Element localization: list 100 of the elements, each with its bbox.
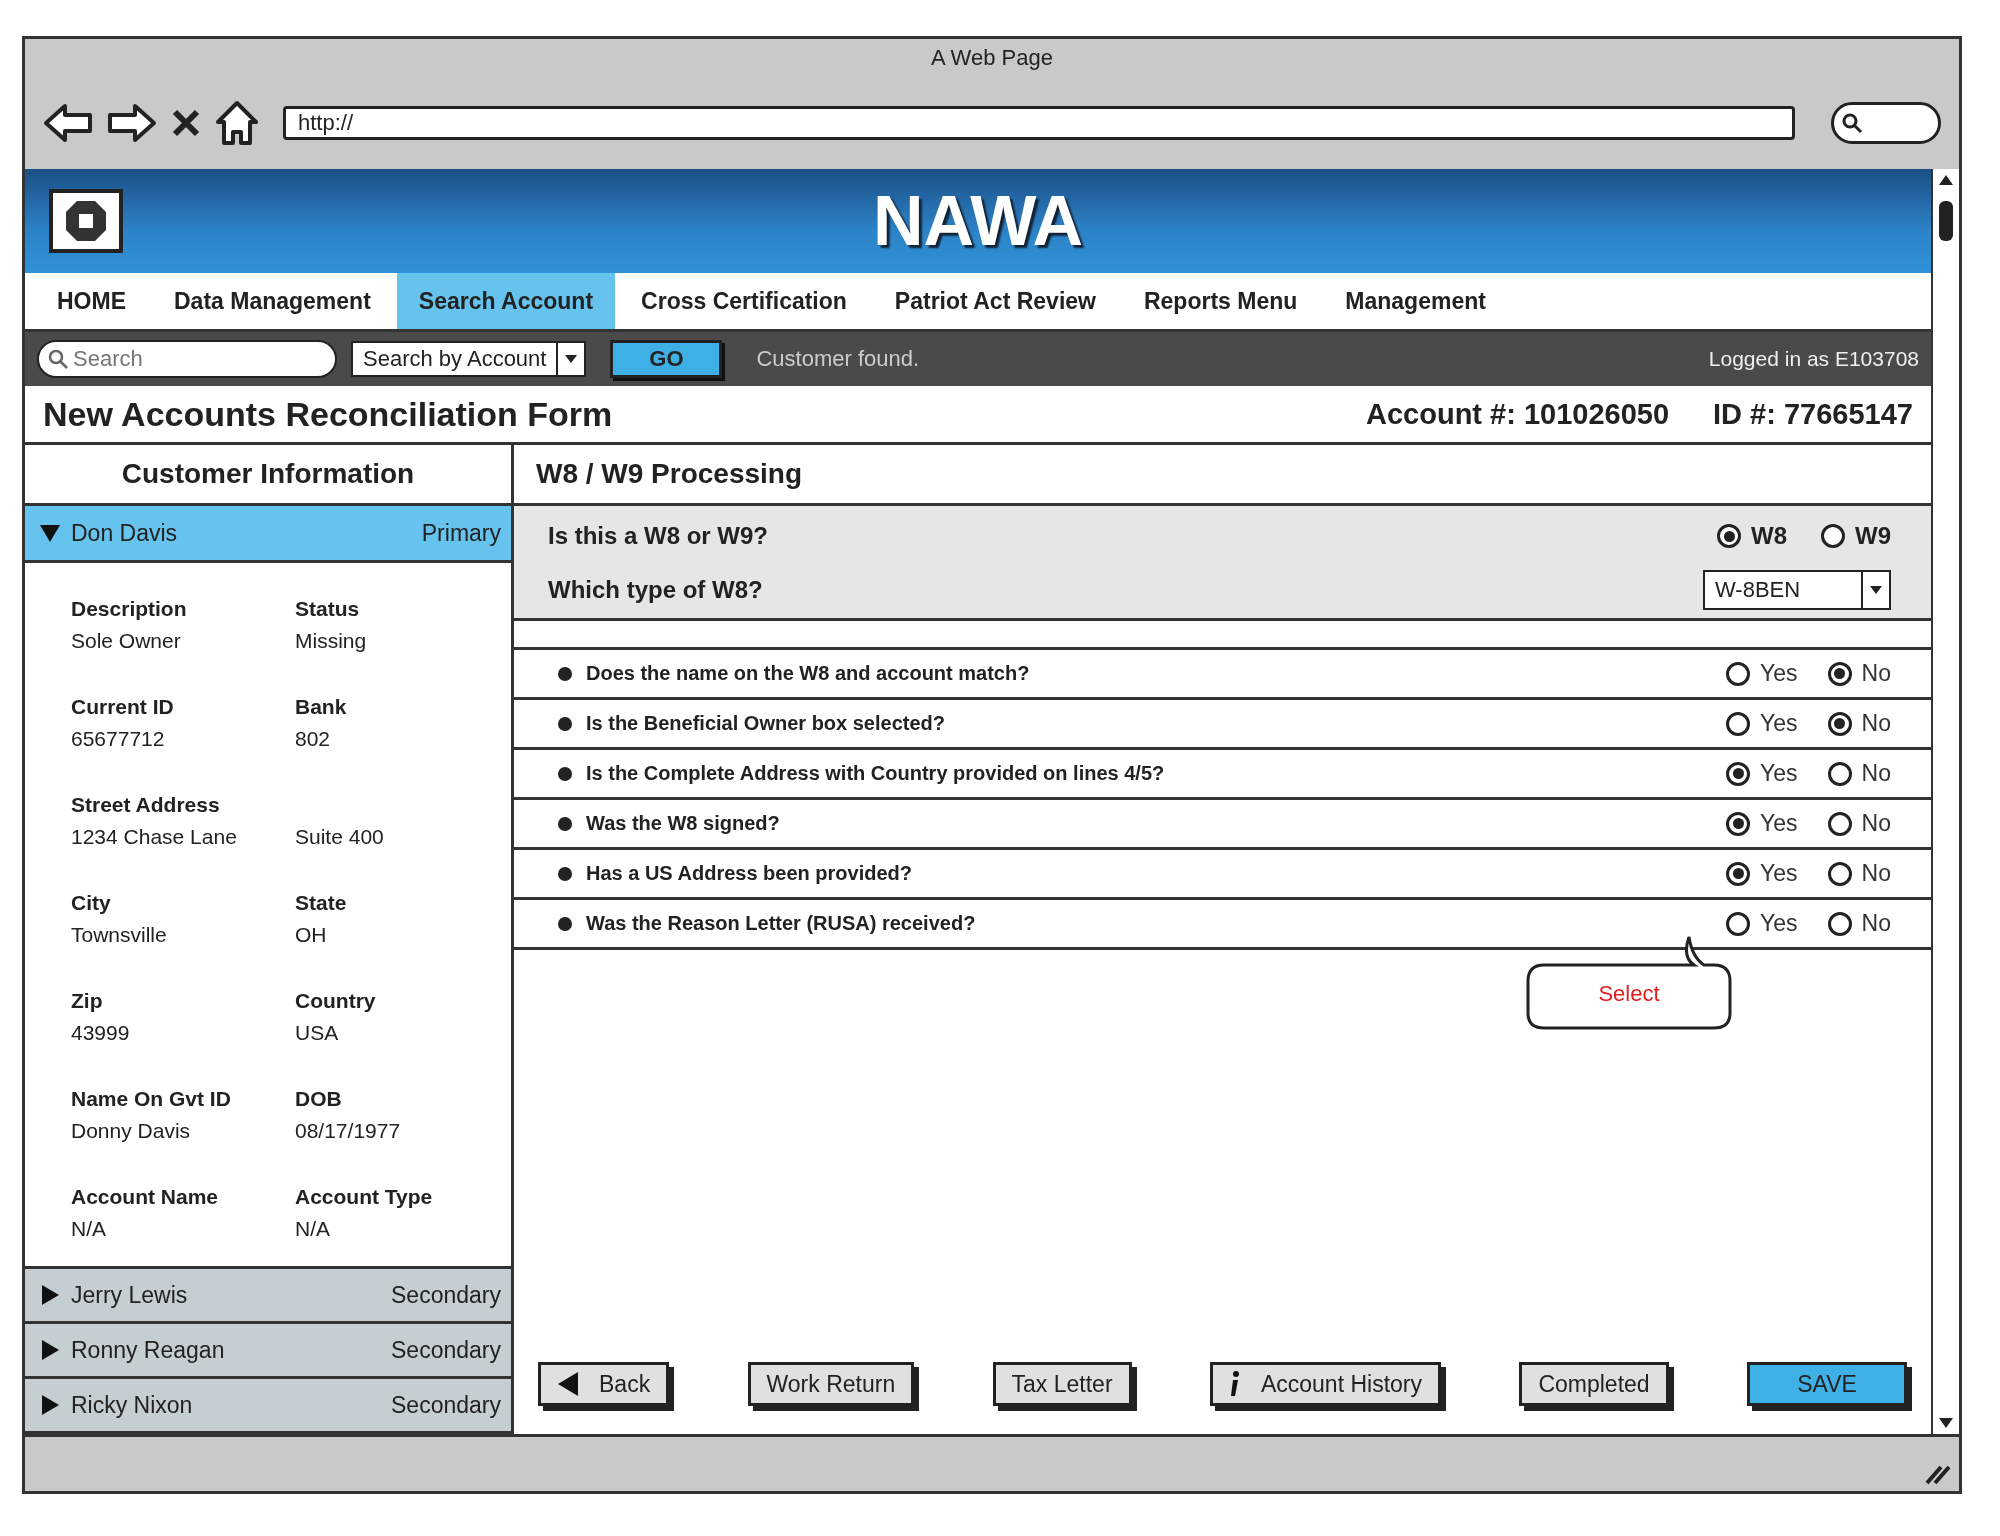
field-label: Bank [295, 695, 348, 719]
nav-tab[interactable]: Cross Certification [619, 273, 869, 329]
radio-label: Yes [1760, 660, 1798, 687]
radio-button[interactable] [1726, 711, 1751, 736]
status-message: Customer found. [756, 346, 920, 372]
field-value: OH [295, 923, 328, 947]
field-value: Sole Owner [71, 629, 182, 653]
field-value: 802 [295, 727, 332, 751]
field-value: Suite 400 [295, 825, 385, 849]
field-value: USA [295, 1021, 340, 1045]
radio-button[interactable] [1827, 661, 1852, 686]
customer-row[interactable]: Don Davis Primary [25, 506, 511, 563]
scroll-down-icon[interactable] [1938, 1416, 1954, 1430]
radio-label: No [1861, 710, 1891, 737]
down-triangle-icon [39, 522, 61, 544]
radio-label: W8 [1751, 522, 1787, 550]
field-value: Townsville [71, 923, 168, 947]
question-text: Which type of W8? [548, 576, 763, 604]
search-type-dropdown[interactable]: Search by Account [351, 341, 587, 377]
radio-label: Yes [1760, 710, 1798, 737]
customer-name: Ronny Reagan [71, 1336, 225, 1364]
radio-button[interactable] [1827, 861, 1852, 886]
customer-row[interactable]: Ronny Reagan Secondary [25, 1324, 511, 1379]
w8-type-dropdown[interactable]: W-8BEN [1703, 570, 1891, 610]
question-text: Is the Complete Address with Country provided on lines 4/5? [586, 762, 1165, 785]
radio-button[interactable] [1827, 711, 1852, 736]
nav-tab[interactable]: Data Management [152, 273, 393, 329]
search-field[interactable] [1831, 102, 1941, 144]
tooltip-text: Select [1597, 981, 1661, 1007]
radio-label: Yes [1760, 760, 1798, 787]
customer-row[interactable]: Jerry Lewis Secondary [25, 1269, 511, 1324]
nav-tab[interactable]: Patriot Act Review [872, 273, 1118, 329]
nav-tab[interactable]: HOME [35, 273, 148, 329]
window-title: A Web Page [931, 45, 1053, 71]
right-triangle-icon [39, 1339, 61, 1361]
field-label: Status [295, 597, 361, 621]
customer-role: Primary [421, 519, 501, 547]
question-text: Does the name on the W8 and account match? [586, 662, 1030, 685]
back-arrow-icon[interactable] [43, 103, 93, 143]
scroll-thumb[interactable] [1939, 201, 1953, 241]
bullet-icon [558, 716, 572, 731]
field-value: 65677712 [71, 727, 166, 751]
field-label: DOB [295, 1087, 343, 1111]
dropdown-arrow-icon [564, 354, 579, 364]
radio-button[interactable] [1827, 911, 1852, 936]
bullet-icon [558, 666, 572, 681]
field-value: Donny Davis [71, 1119, 192, 1143]
question-text: Has a US Address been provided? [586, 862, 912, 885]
info-icon [1228, 1370, 1241, 1398]
customer-role: Secondary [391, 1336, 501, 1364]
forward-arrow-icon[interactable] [107, 103, 157, 143]
field-value: 1234 Chase Lane [71, 825, 238, 849]
question-text: Is the Beneficial Owner box selected? [586, 712, 945, 735]
id-number: ID #: 77665147 [1713, 397, 1913, 431]
radio-button[interactable] [1726, 861, 1751, 886]
nav-tab[interactable]: Reports Menu [1121, 273, 1320, 329]
home-icon[interactable] [215, 100, 259, 146]
field-label: Country [295, 989, 377, 1013]
radio-button[interactable] [1726, 911, 1751, 936]
customer-row[interactable]: Ricky Nixon Secondary [25, 1379, 511, 1434]
customer-name: Ricky Nixon [71, 1391, 193, 1419]
radio-label: No [1861, 860, 1891, 887]
left-triangle-icon [557, 1371, 579, 1397]
nav-tab[interactable]: Management [1323, 273, 1508, 329]
dropdown-arrow-icon [1869, 585, 1883, 595]
field-value: N/A [71, 1217, 107, 1241]
panel-title: Customer Information [121, 458, 415, 490]
field-label: Account Type [295, 1185, 434, 1209]
site-title: NAWA [873, 182, 1083, 260]
url-field[interactable]: http:// [283, 106, 1795, 140]
scroll-up-icon[interactable] [1938, 173, 1954, 187]
account-number: Account #: 101026050 [1366, 397, 1670, 431]
question-text: Is this a W8 or W9? [548, 522, 769, 550]
field-label: Zip [71, 989, 104, 1013]
field-value: 43999 [71, 1021, 131, 1045]
radio-label: Yes [1760, 910, 1798, 937]
radio-label: Yes [1760, 810, 1798, 837]
radio-button[interactable] [1827, 761, 1852, 786]
field-label: Name On Gvt ID [71, 1087, 232, 1111]
customer-name: Jerry Lewis [71, 1281, 188, 1309]
customer-role: Secondary [391, 1281, 501, 1309]
radio-button[interactable] [1726, 661, 1751, 686]
go-button[interactable]: GO [610, 340, 723, 378]
radio-button[interactable] [1726, 761, 1751, 786]
logged-in-label: Logged in as E103708 [1708, 347, 1919, 371]
radio-button[interactable] [1726, 811, 1751, 836]
question-text: Was the W8 signed? [586, 812, 780, 835]
search-icon [47, 348, 69, 370]
field-label: Street Address [71, 793, 221, 817]
field-label: Current ID [71, 695, 175, 719]
radio-label: No [1861, 810, 1891, 837]
radio-label: No [1861, 760, 1891, 787]
radio-button[interactable] [1821, 524, 1845, 548]
field-label: City [71, 891, 112, 915]
radio-button[interactable] [1717, 524, 1741, 548]
radio-button[interactable] [1827, 811, 1852, 836]
field-label: Description [71, 597, 188, 621]
search-field[interactable]: Search [37, 340, 337, 378]
nav-tab[interactable]: Search Account [396, 273, 616, 329]
close-icon[interactable] [171, 108, 201, 138]
